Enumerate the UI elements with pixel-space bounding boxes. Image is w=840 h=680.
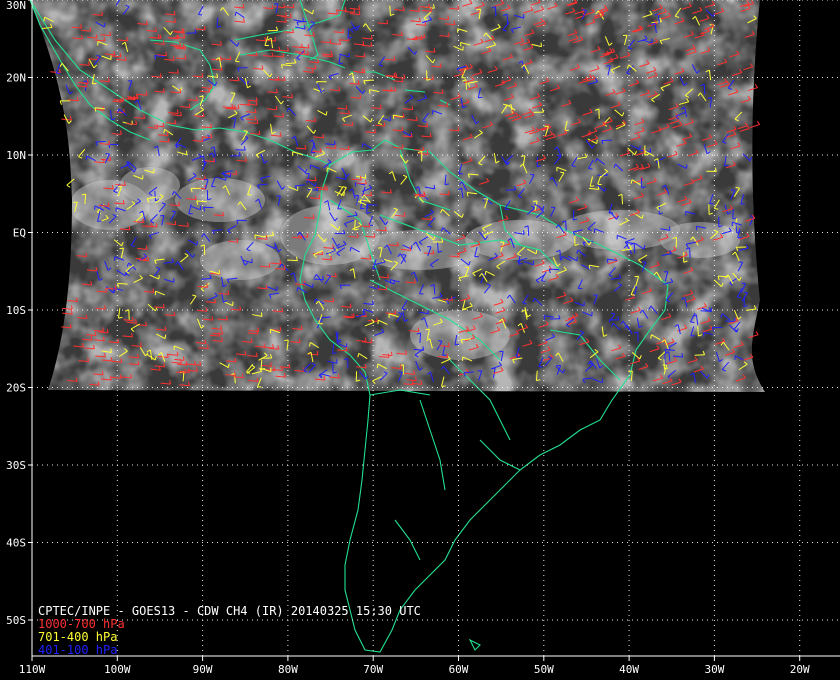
satellite-wind-map: 30N 20N 10N EQ 10S 20S 30S 40S 50S 110W 100W 90W 80W… [0,0,840,680]
lat-label: 20N [6,72,26,85]
lat-label: 30S [6,459,26,472]
legend-level-3: 401-100 hPa [38,643,118,657]
lon-label: 60W [449,663,469,676]
lon-label: 110W [19,663,46,676]
lon-label: 100W [104,663,131,676]
lat-label: 10N [6,149,26,162]
lat-label: 20S [6,382,26,395]
lon-label: 40W [619,663,639,676]
lon-label: 30W [704,663,724,676]
lat-label: 30N [6,0,26,12]
lon-label: 50W [534,663,554,676]
lat-label: 40S [6,537,26,550]
lon-label: 70W [363,663,383,676]
lon-label: 80W [278,663,298,676]
lon-label: 90W [193,663,213,676]
lat-label: 50S [6,614,26,627]
lon-label: 20W [790,663,810,676]
lat-label: 10S [6,304,26,317]
lat-label: EQ [13,227,26,240]
